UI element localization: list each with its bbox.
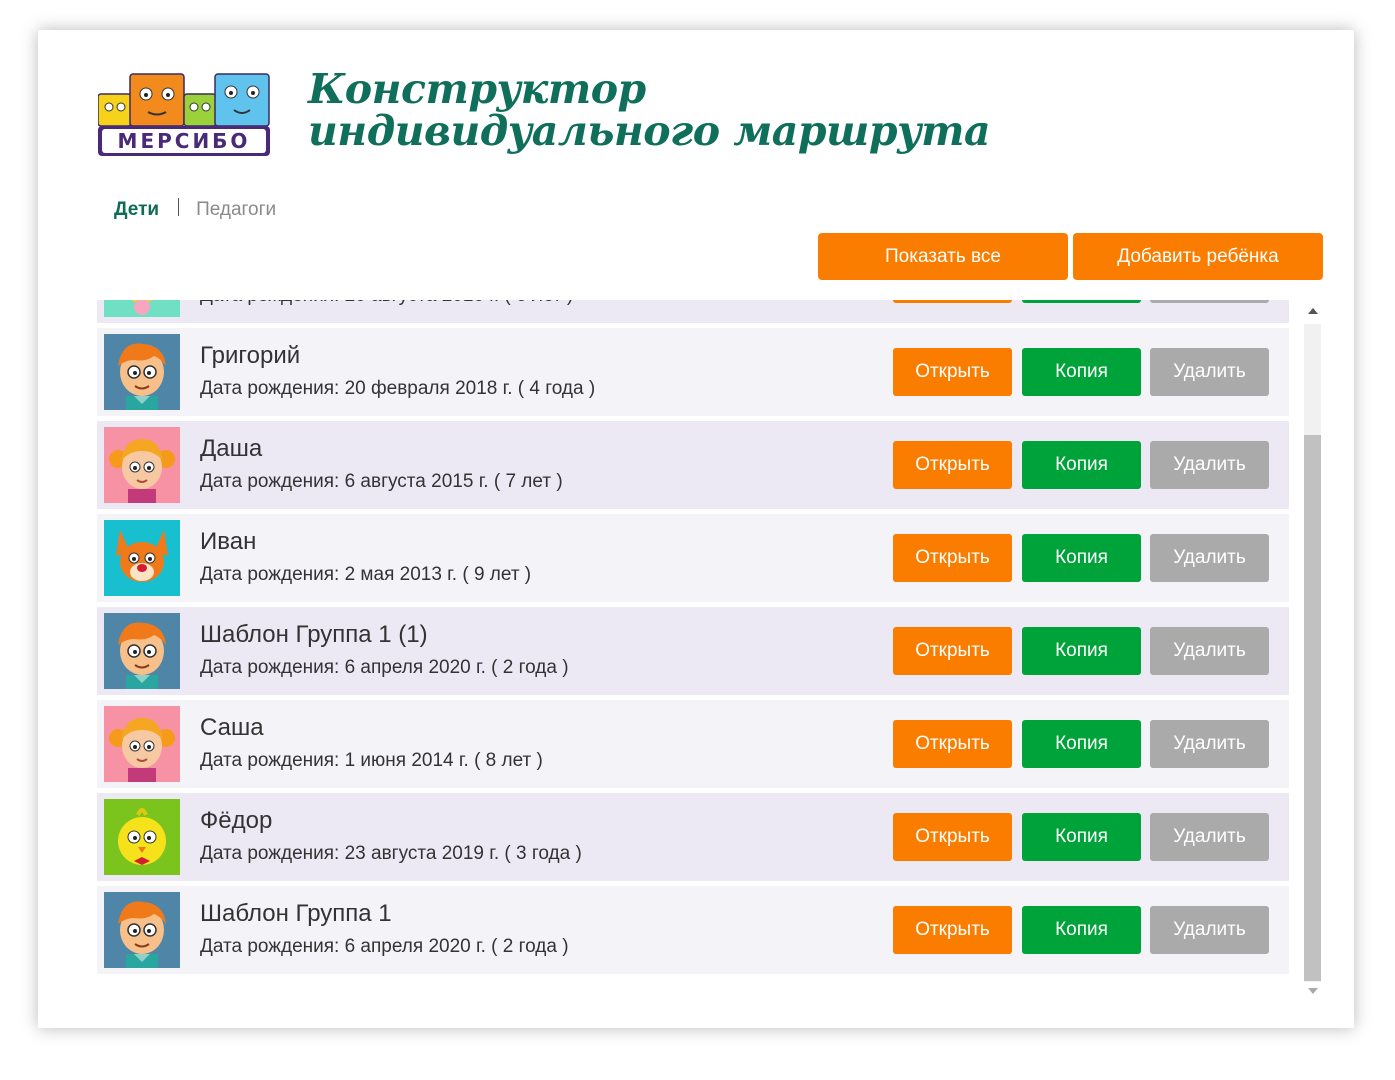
child-birthdate: Дата рождения: 26 августа 2016 г. ( 6 ле…	[200, 300, 573, 307]
child-name: Даша	[200, 435, 263, 462]
child-birthdate: Дата рождения: 6 апреля 2020 г. ( 2 года…	[200, 657, 569, 678]
logo-text: МЕРСИБО	[118, 129, 251, 153]
child-row: Даша Дата рождения: 6 августа 2015 г. ( …	[97, 421, 1289, 509]
girl-mint-icon	[104, 300, 180, 317]
open-button[interactable]: Открыть	[893, 300, 1012, 303]
child-birthdate: Дата рождения: 6 августа 2015 г. ( 7 лет…	[200, 471, 563, 492]
show-all-button[interactable]: Показать все	[818, 233, 1068, 280]
delete-button[interactable]: Удалить	[1150, 300, 1269, 303]
child-row: Шаблон Группа 1 (1) Дата рождения: 6 апр…	[97, 607, 1289, 695]
page-title: Конструктор индивидуального маршрута	[308, 65, 991, 155]
child-birthdate: Дата рождения: 23 августа 2019 г. ( 3 го…	[200, 843, 582, 864]
tab-children[interactable]: Дети	[114, 199, 159, 220]
chick-icon	[104, 799, 180, 875]
copy-button[interactable]: Копия	[1022, 720, 1141, 768]
tabs: Дети Педагоги	[114, 198, 276, 221]
open-button[interactable]: Открыть	[893, 906, 1012, 954]
copy-button[interactable]: Копия	[1022, 906, 1141, 954]
copy-button[interactable]: Копия	[1022, 813, 1141, 861]
open-button[interactable]: Открыть	[893, 441, 1012, 489]
fox-icon	[104, 520, 180, 596]
child-row: Иван Дата рождения: 2 мая 2013 г. ( 9 ле…	[97, 514, 1289, 602]
copy-button[interactable]: Копия	[1022, 441, 1141, 489]
delete-button[interactable]: Удалить	[1150, 627, 1269, 675]
child-name: Фёдор	[200, 807, 273, 834]
mersibo-logo[interactable]: МЕРСИБО	[97, 72, 270, 156]
open-button[interactable]: Открыть	[893, 720, 1012, 768]
children-list[interactable]: Дата рождения: 26 августа 2016 г. ( 6 ле…	[97, 300, 1289, 1012]
child-row: Шаблон Группа 1 Дата рождения: 6 апреля …	[97, 886, 1289, 974]
scroll-up-arrow-icon[interactable]	[1308, 308, 1318, 314]
open-button[interactable]: Открыть	[893, 348, 1012, 396]
girl-icon	[104, 427, 180, 503]
delete-button[interactable]: Удалить	[1150, 906, 1269, 954]
child-name: Саша	[200, 714, 264, 741]
delete-button[interactable]: Удалить	[1150, 348, 1269, 396]
child-birthdate: Дата рождения: 1 июня 2014 г. ( 8 лет )	[200, 750, 543, 771]
copy-button[interactable]: Копия	[1022, 534, 1141, 582]
app-window: МЕРСИБО Конструктор индивидуального марш…	[38, 30, 1354, 1028]
child-birthdate: Дата рождения: 2 мая 2013 г. ( 9 лет )	[200, 564, 532, 585]
delete-button[interactable]: Удалить	[1150, 813, 1269, 861]
child-name: Григорий	[200, 342, 301, 369]
copy-button[interactable]: Копия	[1022, 627, 1141, 675]
child-birthdate: Дата рождения: 20 февраля 2018 г. ( 4 го…	[200, 378, 596, 399]
scrollbar-thumb[interactable]	[1304, 435, 1321, 981]
boy-icon	[104, 334, 180, 410]
boy-icon	[104, 892, 180, 968]
child-row: Григорий Дата рождения: 20 февраля 2018 …	[97, 328, 1289, 416]
child-name: Иван	[200, 528, 257, 555]
tab-divider	[178, 198, 180, 216]
child-name: Шаблон Группа 1 (1)	[200, 621, 428, 648]
child-birthdate: Дата рождения: 6 апреля 2020 г. ( 2 года…	[200, 936, 569, 957]
delete-button[interactable]: Удалить	[1150, 534, 1269, 582]
delete-button[interactable]: Удалить	[1150, 720, 1269, 768]
child-row: Фёдор Дата рождения: 23 августа 2019 г. …	[97, 793, 1289, 881]
scrollbar[interactable]	[1303, 300, 1323, 1000]
open-button[interactable]: Открыть	[893, 813, 1012, 861]
scroll-down-arrow-icon[interactable]	[1308, 988, 1318, 994]
child-row: Саша Дата рождения: 1 июня 2014 г. ( 8 л…	[97, 700, 1289, 788]
open-button[interactable]: Открыть	[893, 627, 1012, 675]
child-row: Дата рождения: 26 августа 2016 г. ( 6 ле…	[97, 300, 1289, 323]
copy-button[interactable]: Копия	[1022, 348, 1141, 396]
boy-icon	[104, 613, 180, 689]
delete-button[interactable]: Удалить	[1150, 441, 1269, 489]
open-button[interactable]: Открыть	[893, 534, 1012, 582]
child-name: Шаблон Группа 1	[200, 900, 392, 927]
add-child-button[interactable]: Добавить ребёнка	[1073, 233, 1323, 280]
copy-button[interactable]: Копия	[1022, 300, 1141, 303]
tab-teachers[interactable]: Педагоги	[196, 199, 276, 220]
girl-icon	[104, 706, 180, 782]
